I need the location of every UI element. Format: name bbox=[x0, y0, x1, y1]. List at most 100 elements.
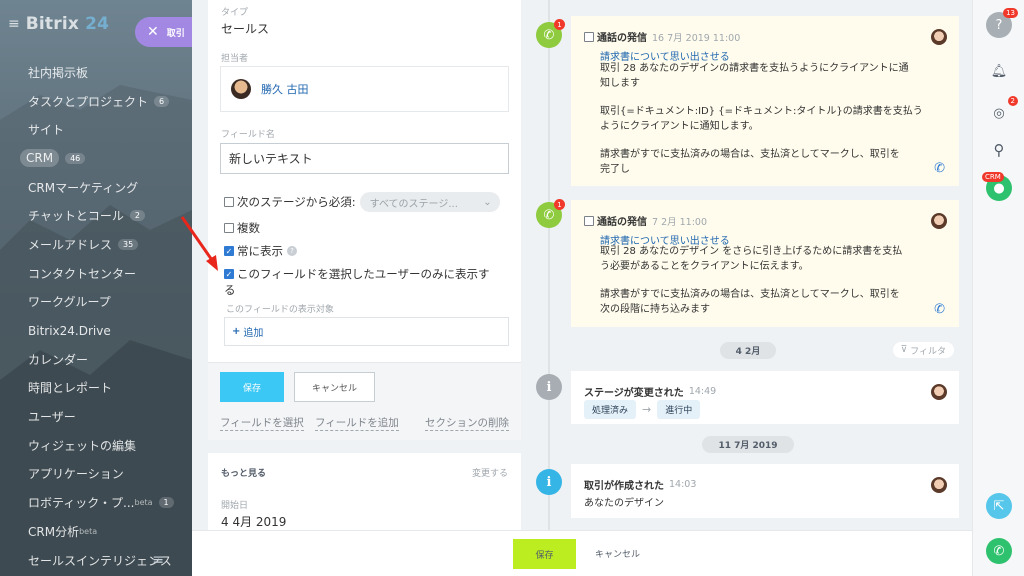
chevron-down-icon: ⌄ bbox=[483, 196, 492, 208]
cancel-button[interactable]: キャンセル bbox=[294, 372, 375, 402]
stage-change-card: ステージが変更された 14:49 処理済み → 進行中 bbox=[571, 371, 959, 424]
info-icon: i bbox=[536, 469, 562, 495]
required-checkbox[interactable] bbox=[224, 197, 234, 207]
selected-users-row: ✓ このフィールドを選択したユーザーのみに表示す る bbox=[224, 267, 490, 297]
sidebar-item-sales-intelligence[interactable]: セールスインテリジェンス ≡ bbox=[0, 546, 192, 575]
assignee-name[interactable]: 勝久 古田 bbox=[261, 81, 309, 97]
phone-icon[interactable]: ✆ bbox=[934, 302, 945, 317]
complete-checkbox[interactable] bbox=[584, 31, 594, 42]
avatar bbox=[931, 384, 947, 400]
field-name-input[interactable]: 新しいテキスト bbox=[220, 143, 509, 174]
settings-icon[interactable]: ≡ bbox=[152, 552, 164, 568]
field-name-label: フィールド名 bbox=[221, 130, 275, 140]
menu-icon[interactable]: ≡ bbox=[8, 16, 20, 32]
sidebar-item-applications[interactable]: アプリケーション bbox=[0, 460, 192, 489]
left-sidebar: ≡ Bitrix 24 社内掲示板 タスクとプロジェクト 6 サイト CRM 46 … bbox=[0, 0, 192, 576]
call-activity-card[interactable]: 通話の発信 7 2月 11:00 請求書について思い出させる 取引 28 あなたの… bbox=[571, 200, 959, 327]
sidebar-item-crm-analytics[interactable]: CRM分析 beta bbox=[0, 517, 192, 546]
complete-checkbox[interactable] bbox=[584, 215, 594, 226]
start-date-value: 4 4月 2019 bbox=[221, 515, 287, 529]
phone-icon[interactable]: ✆ bbox=[986, 538, 1012, 564]
type-value: セールス bbox=[221, 22, 270, 36]
delete-section-link[interactable]: セクションの削除 bbox=[425, 415, 509, 431]
avatar bbox=[231, 79, 251, 99]
multiple-row: 複数 bbox=[224, 220, 260, 236]
add-user-button[interactable]: + 追加 bbox=[224, 317, 509, 346]
sidebar-item-contact-center[interactable]: コンタクトセンター bbox=[0, 259, 192, 288]
stage-from-tag: 処理済み bbox=[584, 400, 637, 419]
sidebar-item-robotic[interactable]: ロボティック・プ... beta 1 bbox=[0, 488, 192, 517]
sidebar-item-time-reports[interactable]: 時間とレポート bbox=[0, 374, 192, 403]
save-button[interactable]: 保存 bbox=[220, 372, 284, 402]
sidebar-item-drive[interactable]: Bitrix24.Drive bbox=[0, 316, 192, 345]
filter-icon: ⊽ bbox=[900, 345, 908, 355]
change-link[interactable]: 変更する bbox=[472, 466, 508, 479]
count-badge: 46 bbox=[65, 152, 86, 164]
crm-contact-button[interactable]: ● CRM bbox=[982, 172, 1012, 201]
arrow-right-icon: → bbox=[642, 403, 652, 416]
right-toolbar: ? 13 🔔︎ ◎ 2 ⚲ ● CRM ⇱ ✆ bbox=[972, 0, 1024, 576]
phone-icon: ✆ 1 bbox=[536, 19, 565, 48]
red-arrow-annotation bbox=[180, 216, 218, 271]
sidebar-item-workgroups[interactable]: ワークグループ bbox=[0, 288, 192, 317]
sidebar-item-crm-marketing[interactable]: CRMマーケティング bbox=[0, 173, 192, 202]
sidebar-item-mail[interactable]: メールアドレス 35 bbox=[0, 230, 192, 259]
open-line-icon[interactable]: ⇱ bbox=[986, 493, 1012, 519]
plus-icon: + bbox=[232, 326, 241, 337]
filter-button[interactable]: ⊽ フィルタ bbox=[892, 342, 954, 358]
assignee-label: 担当者 bbox=[221, 54, 249, 64]
count-badge: 35 bbox=[118, 238, 139, 250]
required-row: 次のステージから必須: すべてのステージ... ⌄ bbox=[224, 192, 500, 212]
chat-icon[interactable]: ◎ 2 bbox=[986, 96, 1018, 126]
info-icon: i bbox=[536, 374, 562, 400]
more-label: もっと見る bbox=[221, 469, 267, 479]
sidebar-item-calendar[interactable]: カレンダー bbox=[0, 345, 192, 374]
sidebar-item-chat[interactable]: チャットとコール 2 bbox=[0, 201, 192, 230]
count-badge: 6 bbox=[154, 95, 170, 107]
sidebar-item-users[interactable]: ユーザー bbox=[0, 402, 192, 431]
sidebar-menu: 社内掲示板 タスクとプロジェクト 6 サイト CRM 46 CRMマーケティング チ… bbox=[0, 58, 192, 574]
phone-icon[interactable]: ✆ bbox=[934, 161, 945, 176]
bell-icon[interactable]: 🔔︎ bbox=[986, 58, 1012, 84]
selected-users-checkbox[interactable]: ✓ bbox=[224, 269, 234, 279]
count-badge: 1 bbox=[158, 497, 174, 509]
avatar bbox=[931, 477, 947, 493]
stage-select[interactable]: すべてのステージ... ⌄ bbox=[359, 192, 500, 212]
date-separator: 11 7月 2019 bbox=[702, 436, 794, 453]
always-show-checkbox[interactable]: ✓ bbox=[224, 246, 234, 256]
stage-to-tag: 進行中 bbox=[657, 400, 701, 419]
sidebar-item-crm[interactable]: CRM 46 bbox=[0, 144, 192, 173]
sidebar-item-widgets[interactable]: ウィジェットの編集 bbox=[0, 431, 192, 460]
assignee-field[interactable]: 勝久 古田 bbox=[220, 66, 509, 112]
sidebar-item-tasks[interactable]: タスクとプロジェクト 6 bbox=[0, 87, 192, 116]
close-icon: ✕ bbox=[147, 24, 159, 40]
timeline: ✆ 1 通話の発信 16 7月 2019 11:00 請求書について思い出させる 取… bbox=[528, 0, 964, 530]
add-field-link[interactable]: フィールドを追加 bbox=[315, 415, 399, 431]
bottom-action-bar: 保存 キャンセル bbox=[192, 530, 972, 576]
type-label: タイプ bbox=[221, 8, 249, 18]
sidebar-item-sites[interactable]: サイト bbox=[0, 115, 192, 144]
timeline-line bbox=[548, 0, 550, 530]
visible-to-label: このフィールドの表示対象 bbox=[226, 305, 334, 315]
count-badge: 2 bbox=[129, 210, 145, 222]
save-button[interactable]: 保存 bbox=[513, 539, 576, 569]
help-icon[interactable]: ? bbox=[287, 246, 297, 256]
call-activity-card[interactable]: 通話の発信 16 7月 2019 11:00 請求書について思い出させる 取引 2… bbox=[571, 16, 959, 186]
sidebar-header: ≡ Bitrix 24 bbox=[8, 14, 109, 34]
search-icon[interactable]: ⚲ bbox=[986, 137, 1012, 163]
logo[interactable]: Bitrix 24 bbox=[26, 14, 109, 34]
avatar bbox=[931, 29, 947, 45]
cancel-button[interactable]: キャンセル bbox=[595, 547, 640, 560]
help-button[interactable]: ? 13 bbox=[986, 8, 1018, 38]
phone-icon: ✆ 1 bbox=[536, 199, 565, 228]
select-field-link[interactable]: フィールドを選択 bbox=[220, 415, 304, 431]
deal-created-card: 取引が作成された 14:03 あなたのデザイン bbox=[571, 464, 959, 518]
date-separator: 4 2月 bbox=[720, 342, 776, 359]
multiple-checkbox[interactable] bbox=[224, 223, 234, 233]
always-show-row: ✓ 常に表示 ? bbox=[224, 243, 297, 259]
activity-link[interactable]: 請求書について思い出させる bbox=[600, 48, 730, 63]
sidebar-item-news[interactable]: 社内掲示板 bbox=[0, 58, 192, 87]
avatar bbox=[931, 213, 947, 229]
deal-title[interactable]: あなたのデザイン bbox=[584, 494, 664, 509]
deal-slider: タイプ セールス 担当者 勝久 古田 フィールド名 新しいテキスト 次のステージ… bbox=[192, 0, 972, 576]
